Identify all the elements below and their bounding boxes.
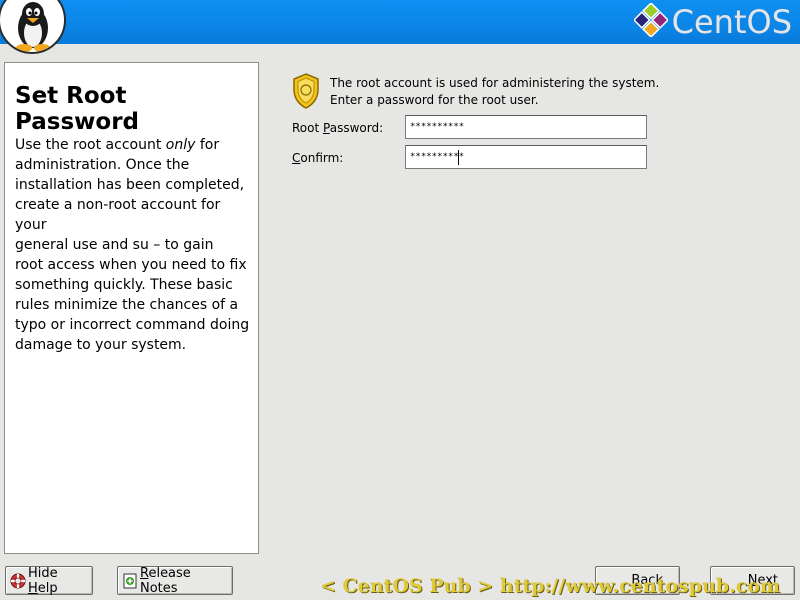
help-text-rest: for administration. Once the installatio… <box>15 137 250 353</box>
confirm-password-field[interactable] <box>405 145 647 169</box>
help-text-start: Use the root account <box>15 137 166 153</box>
button-label: Release Notes <box>140 566 228 596</box>
label-prefix: Root <box>292 121 324 135</box>
help-panel: Set Root Password Use the root account o… <box>4 62 259 554</box>
label-rest: elp <box>37 580 58 596</box>
label-rest: onfirm: <box>300 151 344 165</box>
confirm-label: Confirm: <box>292 151 343 165</box>
text-caret <box>458 150 459 165</box>
tux-penguin-icon <box>0 0 66 54</box>
lifebuoy-icon <box>10 573 26 589</box>
notes-icon <box>122 573 138 589</box>
label-prefix: Hide <box>28 565 58 581</box>
info-text: The root account is used for administeri… <box>330 76 660 107</box>
watermark: < CentOS Pub > http://www.centospub.com <box>320 575 781 597</box>
centos-logo-icon <box>632 1 669 41</box>
label-rest: assword: <box>329 121 384 135</box>
security-badge-icon <box>291 72 321 114</box>
help-text: Use the root account only for administra… <box>15 135 255 355</box>
help-text-emphasis: only <box>165 137 196 153</box>
help-title: Set Root Password <box>15 83 139 135</box>
label-rest: elease Notes <box>140 565 191 596</box>
root-password-field[interactable] <box>405 115 647 139</box>
header-bar: CentOS <box>0 0 800 54</box>
hide-help-button[interactable]: Hide Help <box>5 566 93 596</box>
release-notes-button[interactable]: Release Notes <box>117 566 233 596</box>
root-password-label: Root Password: <box>292 121 383 135</box>
centos-brand: CentOS <box>632 1 792 42</box>
mnemonic-key: P <box>323 121 330 135</box>
mnemonic-key: H <box>28 580 38 596</box>
button-label: Hide Help <box>28 566 88 596</box>
brand-name: CentOS <box>671 3 792 41</box>
